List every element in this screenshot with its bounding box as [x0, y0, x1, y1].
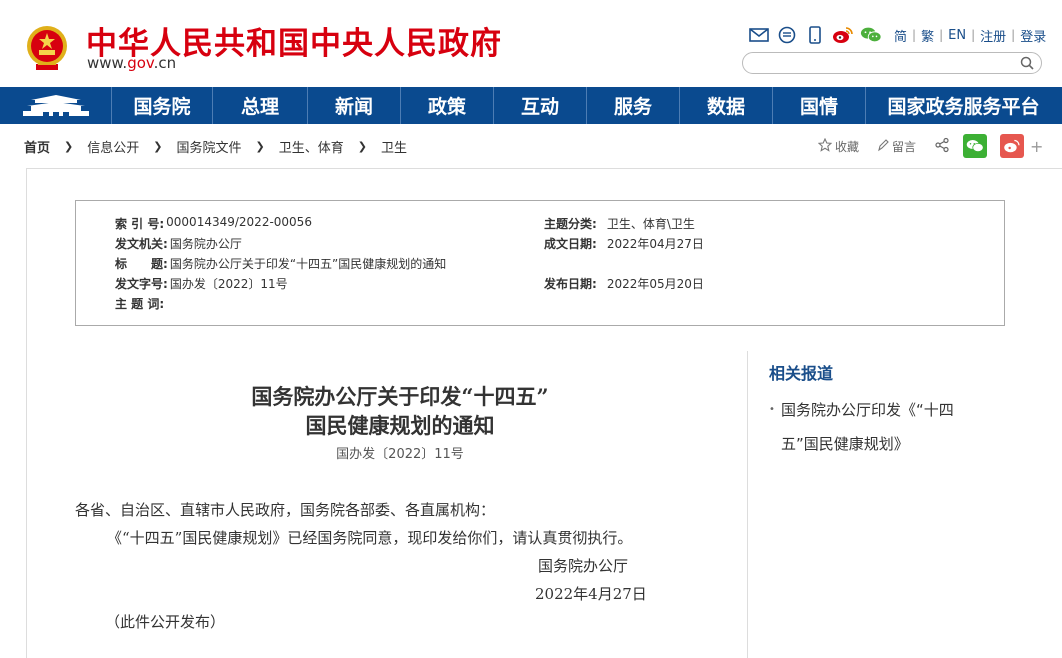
info-published-value: 2022年05月20日	[606, 277, 704, 291]
breadcrumb-info-disclosure[interactable]: 信息公开	[87, 137, 139, 156]
related-report-line2: 五”国民健康规划》	[781, 435, 909, 453]
main-content: 索 引 号: 000014349/2022-00056 发文机关: 国务院办公厅…	[26, 168, 1062, 658]
doc-note: （此件公开发布）	[105, 613, 226, 631]
more-share-icon[interactable]: +	[1030, 137, 1043, 156]
doc-info-box: 索 引 号: 000014349/2022-00056 发文机关: 国务院办公厅…	[75, 200, 1005, 326]
chevron-right-icon: ❯	[153, 140, 163, 153]
doc-body-paragraph: 《“十四五”国民健康规划》已经国务院同意，现印发给你们，请认真贯彻执行。	[107, 529, 633, 547]
nav-item-data[interactable]: 数据	[680, 87, 773, 124]
info-category-value: 卫生、体育\卫生	[606, 217, 695, 231]
info-issuer-value: 国务院办公厅	[169, 237, 242, 251]
favorite-button[interactable]: 收藏	[817, 137, 860, 155]
chevron-right-icon: ❯	[64, 140, 74, 153]
nav-item-gov-service-platform[interactable]: 国家政务服务平台	[866, 87, 1061, 124]
site-url-gov: gov	[127, 54, 154, 72]
comment-label: 留言	[892, 139, 917, 154]
info-index-value: 000014349/2022-00056	[166, 215, 312, 229]
nav-item-services[interactable]: 服务	[587, 87, 680, 124]
site-url[interactable]: www.gov.cn	[87, 54, 176, 72]
search-icon[interactable]	[1019, 55, 1035, 71]
top-tools: 简 | 繁 | EN | 注册 | 登录	[748, 23, 1046, 47]
info-created-label: 成文日期:	[544, 237, 597, 251]
weibo-share-icon[interactable]	[1000, 134, 1025, 158]
info-index-label: 索 引 号:	[115, 217, 165, 231]
pencil-icon	[877, 138, 889, 155]
sidebar-divider	[747, 351, 748, 658]
share-tools: 收藏 留言 +	[817, 134, 1043, 158]
info-created-value: 2022年04月27日	[606, 237, 704, 251]
comment-button[interactable]: 留言	[877, 138, 916, 155]
search-input[interactable]	[753, 54, 1023, 74]
bullet-icon: •	[769, 404, 775, 415]
breadcrumb: 首页 ❯ 信息公开 ❯ 国务院文件 ❯ 卫生、体育 ❯ 卫生	[24, 137, 407, 156]
weibo-icon[interactable]	[832, 24, 854, 46]
site-url-prefix: www.	[87, 54, 128, 72]
related-reports-title: 相关报道	[769, 364, 834, 383]
info-keywords-label: 主 题 词:	[115, 297, 165, 311]
info-title-label: 标 题:	[115, 257, 168, 271]
info-category-row: 主题分类: 卫生、体育\卫生	[544, 215, 695, 232]
info-title-row: 标 题: 国务院办公厅关于印发“十四五”国民健康规划的通知	[115, 255, 446, 272]
lang-english-link[interactable]: EN	[948, 28, 966, 43]
info-issuer-label: 发文机关:	[115, 237, 168, 251]
info-docno-label: 发文字号:	[115, 277, 168, 291]
info-issuer-row: 发文机关: 国务院办公厅	[115, 235, 242, 252]
info-title-value: 国务院办公厅关于印发“十四五”国民健康规划的通知	[169, 257, 447, 271]
register-link[interactable]: 注册	[980, 26, 1006, 45]
doc-salutation: 各省、自治区、直辖市人民政府，国务院各部委、各直属机构：	[75, 501, 496, 519]
chevron-right-icon: ❯	[255, 140, 265, 153]
message-icon[interactable]	[776, 24, 798, 46]
lang-traditional-link[interactable]: 繁	[921, 26, 934, 45]
share-icon[interactable]	[934, 137, 950, 156]
info-created-row: 成文日期: 2022年04月27日	[544, 235, 704, 252]
lang-links: 简 | 繁 | EN | 注册 | 登录	[894, 26, 1047, 45]
doc-title-line1: 国务院办公厅关于印发“十四五”	[251, 384, 549, 409]
login-link[interactable]: 登录	[1020, 26, 1046, 45]
mobile-icon[interactable]	[804, 24, 826, 46]
nav-item-state-council[interactable]: 国务院	[112, 87, 213, 124]
nav-item-news[interactable]: 新闻	[308, 87, 401, 124]
related-report-line1: 国务院办公厅印发《“十四	[781, 401, 954, 419]
info-docno-row: 发文字号: 国办发〔2022〕11号	[115, 275, 288, 292]
info-keywords-row: 主 题 词:	[115, 295, 166, 312]
nav-item-national-info[interactable]: 国情	[773, 87, 866, 124]
doc-title-line2: 国民健康规划的通知	[305, 413, 495, 438]
gate-logo-icon[interactable]	[0, 87, 112, 124]
doc-number: 国办发〔2022〕11号	[336, 447, 464, 462]
breadcrumb-health[interactable]: 卫生	[381, 137, 407, 156]
info-category-label: 主题分类:	[544, 217, 597, 231]
chevron-right-icon: ❯	[357, 140, 367, 153]
info-index-row: 索 引 号: 000014349/2022-00056	[115, 215, 312, 232]
search-box	[742, 52, 1042, 74]
info-docno-value: 国办发〔2022〕11号	[169, 277, 288, 291]
favorite-label: 收藏	[835, 139, 860, 154]
site-header: 中华人民共和国中央人民政府 www.gov.cn 简 | 繁 | EN | 注册 | 登…	[0, 0, 1062, 87]
breadcrumb-home[interactable]: 首页	[24, 137, 50, 156]
breadcrumb-health-sports[interactable]: 卫生、体育	[279, 137, 344, 156]
info-published-row: 发布日期: 2022年05月20日	[544, 275, 704, 292]
wechat-icon[interactable]	[860, 24, 882, 46]
breadcrumb-state-council-docs[interactable]: 国务院文件	[176, 137, 241, 156]
info-published-label: 发布日期:	[544, 277, 597, 291]
main-nav: 国务院 总理 新闻 政策 互动 服务 数据 国情 国家政务服务平台	[0, 87, 1062, 124]
site-url-suffix: .cn	[153, 54, 177, 72]
nav-item-interaction[interactable]: 互动	[494, 87, 587, 124]
wechat-share-icon[interactable]	[963, 134, 988, 158]
doc-date: 2022年4月27日	[535, 585, 647, 603]
national-emblem-icon[interactable]	[24, 24, 70, 72]
star-icon	[817, 137, 833, 155]
mail-icon[interactable]	[748, 24, 770, 46]
related-report-link[interactable]: • 国务院办公厅印发《“十四 五”国民健康规划》	[769, 393, 989, 461]
nav-item-policy[interactable]: 政策	[401, 87, 494, 124]
nav-item-premier[interactable]: 总理	[213, 87, 308, 124]
lang-simplified-link[interactable]: 简	[894, 26, 907, 45]
doc-signature: 国务院办公厅	[538, 557, 629, 575]
